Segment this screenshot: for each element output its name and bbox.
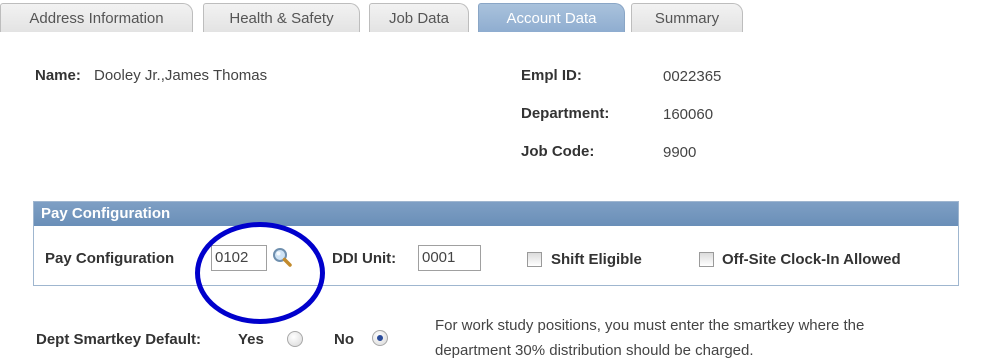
tab-bar: Address Information Health & Safety Job …	[0, 0, 998, 34]
dept-smartkey-default-label: Dept Smartkey Default:	[36, 331, 202, 348]
tab-health-safety[interactable]: Health & Safety	[203, 3, 360, 32]
off-site-clock-in-checkbox[interactable]	[699, 252, 714, 267]
smartkey-yes-label: Yes	[238, 331, 264, 348]
off-site-clock-in-label: Off-Site Clock-In Allowed	[722, 251, 901, 268]
empl-id-value: 0022365	[663, 68, 722, 85]
empl-id-label: Empl ID:	[521, 67, 582, 84]
shift-eligible-checkbox[interactable]	[527, 252, 542, 267]
work-study-note-line-2: department 30% distribution should be ch…	[435, 342, 754, 359]
pay-configuration-label: Pay Configuration	[45, 250, 175, 267]
job-code-value: 9900	[663, 144, 697, 161]
tab-job-data[interactable]: Job Data	[369, 3, 469, 32]
pay-configuration-section: Pay Configuration	[33, 201, 959, 286]
department-value: 160060	[663, 106, 714, 123]
ddi-unit-input[interactable]: 0001	[418, 245, 481, 271]
tab-account-data[interactable]: Account Data	[478, 3, 625, 32]
tab-address-information[interactable]: Address Information	[0, 3, 193, 32]
work-study-note-line-1: For work study positions, you must enter…	[435, 317, 865, 334]
pay-configuration-input[interactable]: 0102	[211, 245, 267, 271]
smartkey-no-label: No	[334, 331, 354, 348]
name-value: Dooley Jr.,James Thomas	[94, 67, 268, 84]
smartkey-no-radio[interactable]	[372, 330, 388, 346]
pay-configuration-section-title: Pay Configuration	[34, 202, 958, 226]
lookup-magnifier-icon[interactable]	[271, 246, 293, 268]
tab-summary[interactable]: Summary	[631, 3, 743, 32]
smartkey-yes-radio[interactable]	[287, 331, 303, 347]
department-label: Department:	[521, 105, 610, 122]
name-label: Name:	[35, 67, 81, 84]
ddi-unit-label: DDI Unit:	[332, 250, 397, 267]
shift-eligible-label: Shift Eligible	[551, 251, 642, 268]
job-code-label: Job Code:	[521, 143, 595, 160]
